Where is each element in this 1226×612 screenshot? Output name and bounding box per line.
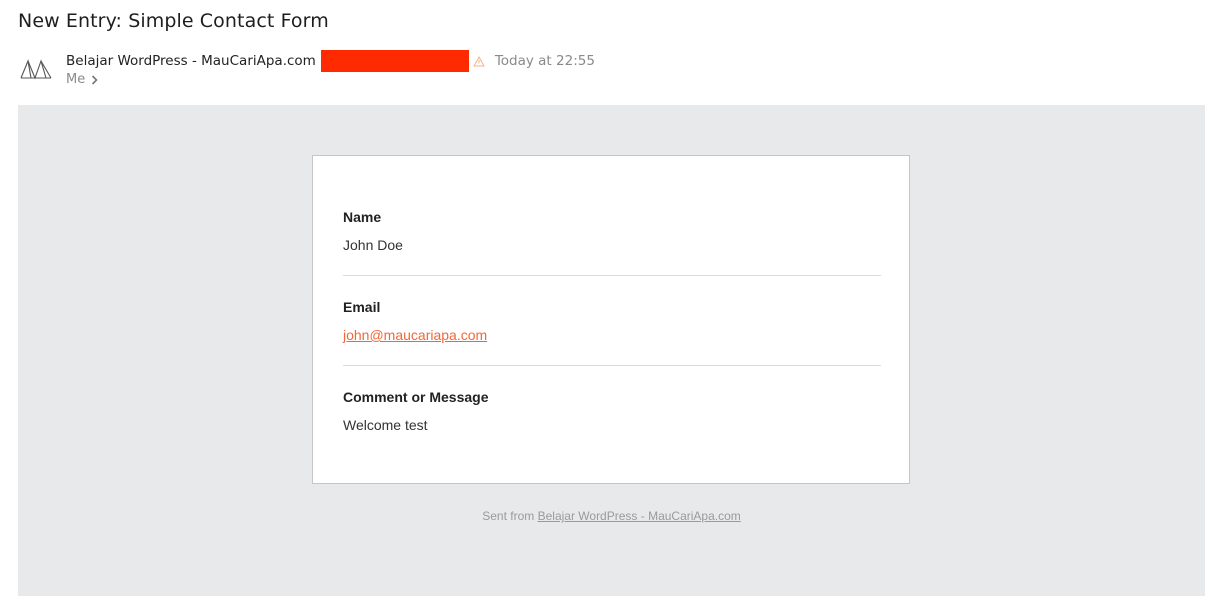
field-label: Email bbox=[343, 299, 381, 315]
field-value: Welcome test bbox=[343, 417, 428, 433]
field-email: Email john@maucariapa.com bbox=[343, 299, 881, 343]
redacted-sender-email bbox=[320, 50, 469, 72]
field-message: Comment or Message Welcome test bbox=[343, 389, 881, 433]
chevron-right-icon bbox=[92, 74, 98, 85]
sender-warning-icon[interactable] bbox=[472, 55, 485, 67]
form-entry-card: Name John Doe Email john@maucariapa.com … bbox=[312, 155, 910, 484]
email-body: Name John Doe Email john@maucariapa.com … bbox=[18, 105, 1205, 596]
footer-prefix: Sent from bbox=[482, 509, 535, 523]
footer-site-link[interactable]: Belajar WordPress - MauCariApa.com bbox=[538, 509, 741, 523]
email-link[interactable]: john@maucariapa.com bbox=[343, 327, 881, 343]
email-subject: New Entry: Simple Contact Form bbox=[18, 10, 329, 32]
divider bbox=[343, 275, 881, 276]
email-date: Today at 22:55 bbox=[494, 53, 595, 69]
field-name: Name John Doe bbox=[343, 209, 881, 253]
recipient-label: Me bbox=[66, 72, 86, 87]
field-value: John Doe bbox=[343, 237, 403, 253]
sender-line: Belajar WordPress - MauCariApa.com Today… bbox=[66, 50, 595, 72]
field-label: Comment or Message bbox=[343, 389, 489, 405]
divider bbox=[343, 365, 881, 366]
recipient-toggle[interactable]: Me bbox=[66, 72, 98, 87]
sender-avatar[interactable] bbox=[19, 58, 53, 80]
site-logo-icon bbox=[20, 59, 52, 80]
sender-name[interactable]: Belajar WordPress - MauCariApa.com bbox=[66, 53, 316, 69]
field-label: Name bbox=[343, 209, 382, 225]
email-footer: Sent from Belajar WordPress - MauCariApa… bbox=[18, 509, 1205, 523]
